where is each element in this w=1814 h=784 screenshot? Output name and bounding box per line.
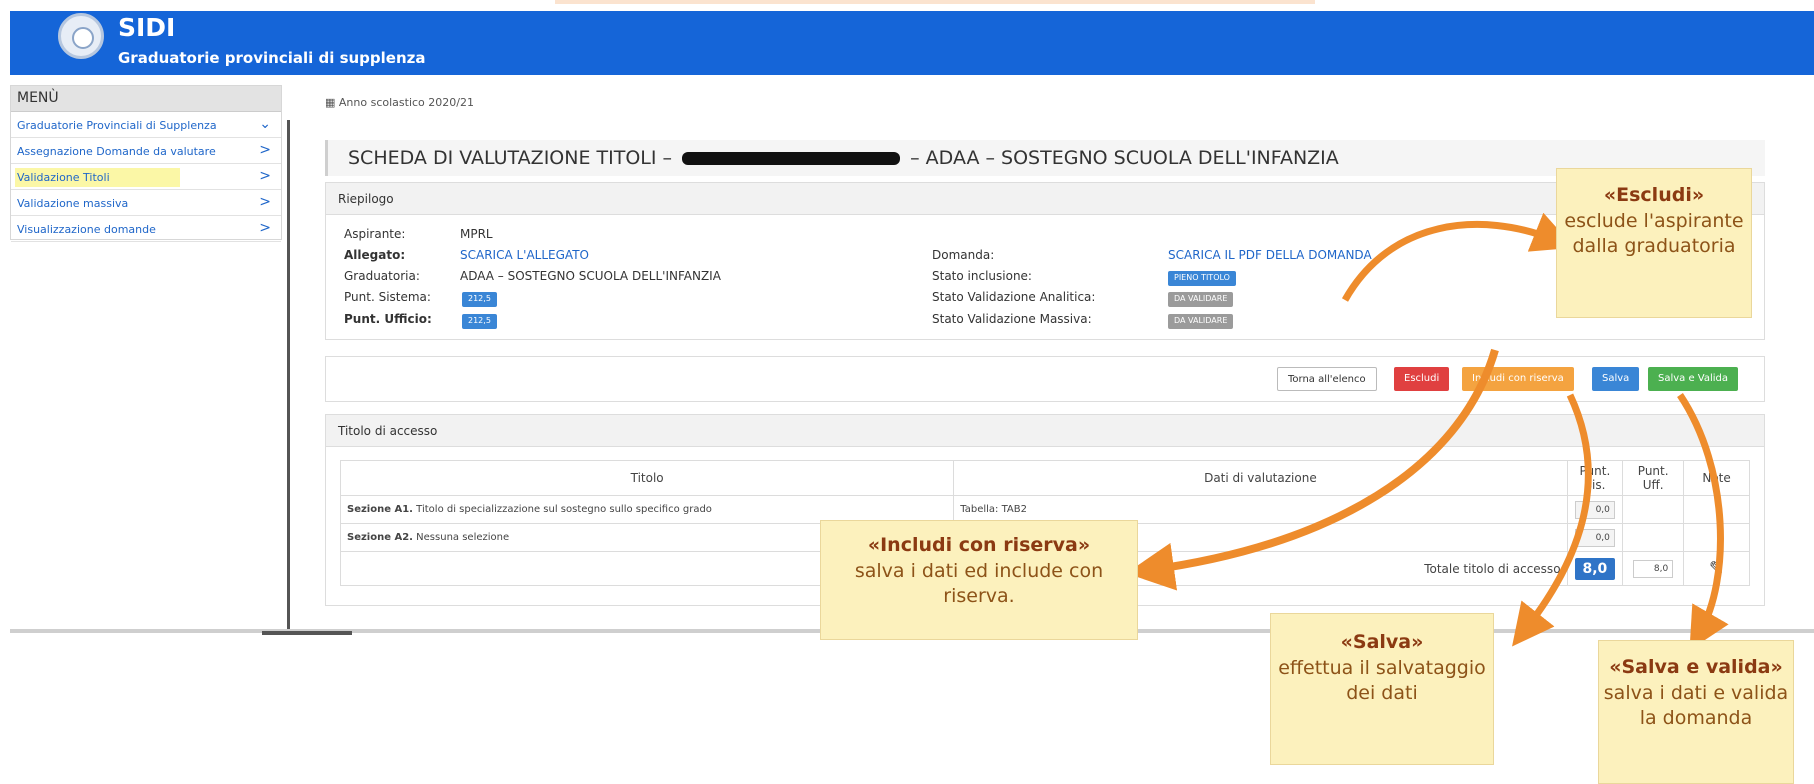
page-title: SCHEDA DI VALUTAZIONE TITOLI – – ADAA – …: [325, 140, 1765, 176]
column-header: Titolo: [339, 460, 955, 496]
edit-note-icon[interactable]: ✎: [1683, 551, 1750, 586]
punt-ufficio-label: Punt. Ufficio:: [344, 312, 432, 326]
chevron-right-icon: >: [259, 142, 271, 158]
stato-massiva-label: Stato Validazione Massiva:: [932, 312, 1092, 326]
bottom-scroll-marker: [262, 631, 352, 635]
allegato-link[interactable]: SCARICA L'ALLEGATO: [460, 248, 589, 262]
total-uff-input[interactable]: 8,0: [1633, 559, 1674, 578]
stato-analitica-badge: DA VALIDARE: [1168, 292, 1234, 307]
column-header: Punt. Uff.: [1622, 460, 1685, 496]
save-validate-button[interactable]: Salva e Valida: [1648, 367, 1739, 391]
callout-includi: «Includi con riserva» salva i dati ed in…: [820, 520, 1138, 640]
stato-massiva-badge: DA VALIDARE: [1168, 314, 1234, 329]
sidebar-item-graduatorie[interactable]: Graduatorie Provinciali di Supplenza ⌄: [11, 112, 281, 138]
include-reserve-button[interactable]: Includi con riserva: [1462, 367, 1574, 391]
sidebar-divider: [287, 120, 290, 630]
sidebar-menu: MENÙ Graduatorie Provinciali di Supplenz…: [10, 85, 282, 242]
punt-sistema-label: Punt. Sistema:: [344, 290, 431, 304]
save-button[interactable]: Salva: [1592, 367, 1640, 391]
sidebar-item-visualizzazione[interactable]: Visualizzazione domande >: [11, 216, 281, 242]
republic-emblem-icon: [58, 13, 104, 59]
domanda-pdf-link[interactable]: SCARICA IL PDF DELLA DOMANDA: [1168, 248, 1372, 262]
domanda-label: Domanda:: [932, 248, 995, 262]
allegato-label: Allegato:: [344, 248, 406, 262]
chevron-right-icon: >: [259, 194, 271, 210]
aspirante-value: MPRL: [460, 227, 493, 241]
column-header: Punt. Sis.: [1566, 460, 1624, 496]
menu-title: MENÙ: [11, 86, 281, 112]
table-header-row: Titolo Dati di valutazione Punt. Sis. Pu…: [339, 460, 1750, 496]
punt-ufficio-badge: 212,5: [462, 314, 497, 329]
callout-escludi: «Escludi» esclude l'aspirante dalla grad…: [1556, 168, 1752, 318]
callout-salva-valida: «Salva e valida» salva i dati e valida l…: [1598, 640, 1794, 784]
back-button[interactable]: Torna all'elenco: [1277, 367, 1377, 391]
redacted-name: [682, 152, 901, 165]
punt-sistema-badge: 212,5: [462, 292, 497, 307]
chevron-right-icon: >: [259, 168, 271, 184]
chevron-down-icon: ⌄: [259, 116, 271, 132]
stato-inclusione-badge: PIENO TITOLO: [1168, 271, 1236, 286]
app-name: SIDI: [118, 13, 176, 42]
sidebar-item-validazione-titoli[interactable]: Validazione Titoli >: [11, 164, 281, 190]
punt-sis-input[interactable]: 0,0: [1574, 528, 1615, 547]
callout-salva: «Salva» effettua il salvataggio dei dati: [1270, 613, 1494, 765]
sidebar-item-validazione-massiva[interactable]: Validazione massiva >: [11, 190, 281, 216]
column-header: Dati di valutazione: [953, 460, 1568, 496]
stato-inclusione-label: Stato inclusione:: [932, 269, 1032, 283]
panel-heading: Titolo di accesso: [326, 415, 1764, 447]
sidebar-item-assegnazione[interactable]: Assegnazione Domande da valutare >: [11, 138, 281, 164]
top-banner-stub: [555, 0, 1315, 4]
sidebar-item-label: Validazione Titoli: [15, 168, 180, 187]
sidebar-item-label: Validazione massiva: [17, 197, 129, 210]
punt-sis-input[interactable]: 0,0: [1574, 500, 1615, 519]
sidebar-item-label: Graduatorie Provinciali di Supplenza: [17, 119, 217, 132]
graduatoria-value: ADAA – SOSTEGNO SCUOLA DELL'INFANZIA: [460, 269, 721, 283]
column-header: Note: [1683, 460, 1750, 496]
app-header: SIDI Graduatorie provinciali di supplenz…: [10, 11, 1814, 75]
app-subtitle: Graduatorie provinciali di supplenza: [118, 49, 426, 67]
school-year: ▦ Anno scolastico 2020/21: [325, 96, 474, 109]
graduatoria-label: Graduatoria:: [344, 269, 420, 283]
sidebar-item-label: Visualizzazione domande: [17, 223, 156, 236]
aspirante-label: Aspirante:: [344, 227, 406, 241]
total-sis-badge: 8,0: [1574, 557, 1615, 580]
stato-analitica-label: Stato Validazione Analitica:: [932, 290, 1096, 304]
calendar-icon: ▦: [325, 96, 336, 109]
exclude-button[interactable]: Escludi: [1394, 367, 1450, 391]
sidebar-item-label: Assegnazione Domande da valutare: [17, 145, 216, 158]
panel-heading: Riepilogo: [326, 183, 1764, 215]
chevron-right-icon: >: [259, 220, 271, 236]
